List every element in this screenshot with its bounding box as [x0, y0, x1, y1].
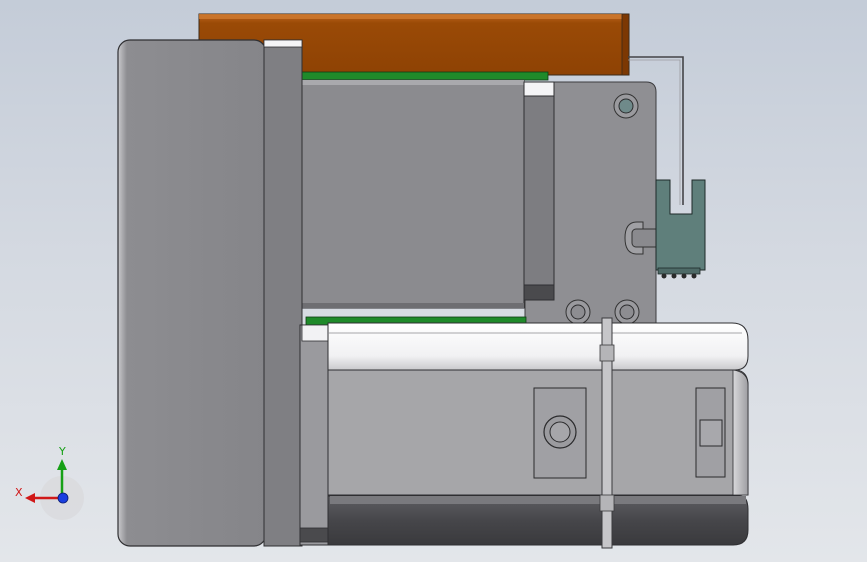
z-axis-dot	[57, 492, 69, 504]
lower-housing[interactable]	[299, 322, 749, 546]
switch-slot[interactable]	[695, 387, 726, 478]
strap-band[interactable]	[599, 317, 615, 549]
left-block[interactable]	[117, 39, 267, 547]
x-axis-label: X	[15, 486, 23, 499]
pcb-edge-top	[301, 71, 549, 81]
adjustment-knob[interactable]	[533, 387, 587, 479]
y-axis-arrow	[57, 459, 67, 470]
x-axis-arrow	[25, 493, 35, 503]
mounting-hole-bottom-left	[565, 299, 591, 325]
center-module[interactable]	[301, 79, 525, 309]
axis-triad: Y X	[15, 445, 84, 520]
left-plate[interactable]	[263, 39, 303, 547]
spacer-rail	[523, 81, 555, 301]
housing-end-cap	[732, 369, 749, 496]
housing-top-rail	[327, 322, 749, 371]
connector-block[interactable]	[655, 179, 706, 279]
assembly-drawing[interactable]: Y X	[0, 0, 867, 562]
mounting-hole-bottom-right	[614, 299, 640, 325]
mounting-hole-top	[613, 93, 639, 119]
cad-viewport[interactable]: Y X	[0, 0, 867, 562]
y-axis-label: Y	[58, 445, 66, 458]
